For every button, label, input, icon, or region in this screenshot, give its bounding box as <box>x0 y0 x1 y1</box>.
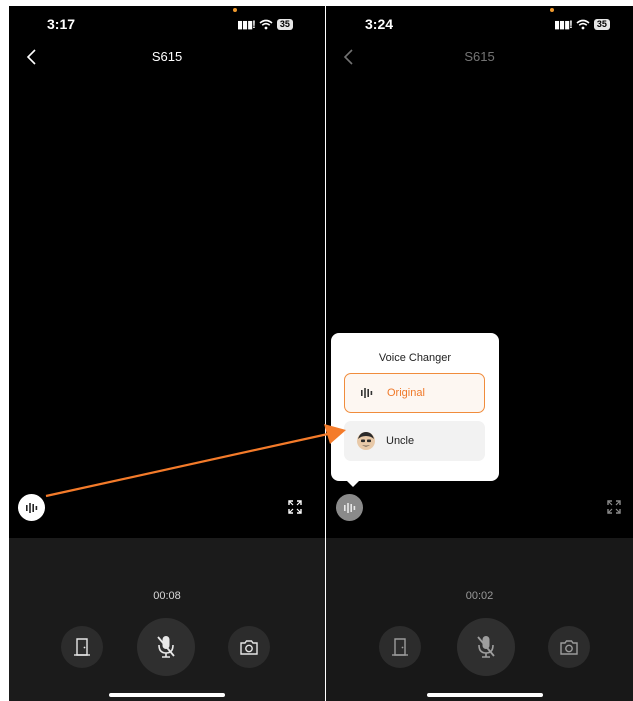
door-unlock-button[interactable] <box>61 626 103 668</box>
snapshot-button[interactable] <box>548 626 590 668</box>
voice-option-label: Uncle <box>386 435 415 447</box>
popup-title: Voice Changer <box>378 352 452 364</box>
mic-off-icon <box>157 636 175 658</box>
device-title: S615 <box>464 49 495 64</box>
voice-option-original[interactable]: Original <box>344 373 485 413</box>
wifi-icon <box>576 19 590 30</box>
sound-wave-icon <box>343 502 355 513</box>
status-time: 3:17 <box>47 16 76 32</box>
signal-icon: ▮▮▮! <box>237 19 256 31</box>
popup-tail <box>347 481 359 487</box>
battery-icon: 35 <box>593 19 610 30</box>
privacy-indicator-dot <box>233 8 237 12</box>
status-time: 3:24 <box>365 16 394 32</box>
voice-option-uncle[interactable]: Uncle <box>344 421 485 461</box>
call-control-panel: 00:02 <box>326 538 633 701</box>
status-icons: ▮▮▮! 35 <box>554 18 610 31</box>
camera-icon <box>240 640 258 655</box>
wifi-icon <box>259 19 273 30</box>
mute-microphone-button[interactable] <box>457 618 515 676</box>
snapshot-button[interactable] <box>228 626 270 668</box>
privacy-indicator-dot <box>550 8 554 12</box>
sound-wave-icon <box>25 502 37 513</box>
right-screen: 3:24 ▮▮▮! 35 S615 Voice Changer Original <box>326 6 633 701</box>
left-screen: 3:17 ▮▮▮! 35 S615 00:08 <box>9 6 325 701</box>
signal-icon: ▮▮▮! <box>554 19 573 31</box>
voice-changer-button[interactable] <box>336 494 363 521</box>
call-control-panel: 00:08 <box>9 538 325 701</box>
voice-option-label: Original <box>387 387 425 399</box>
home-indicator <box>427 693 543 697</box>
door-icon <box>74 638 90 656</box>
device-title: S615 <box>151 49 183 64</box>
sound-wave-icon <box>357 383 377 403</box>
mute-microphone-button[interactable] <box>137 618 195 676</box>
call-timer: 00:08 <box>153 590 181 602</box>
uncle-avatar-icon <box>356 431 376 451</box>
fullscreen-icon[interactable] <box>607 500 621 514</box>
battery-icon: 35 <box>276 19 293 30</box>
call-timer: 00:02 <box>465 590 494 602</box>
door-unlock-button[interactable] <box>379 626 421 668</box>
status-icons: ▮▮▮! 35 <box>237 18 293 31</box>
fullscreen-icon[interactable] <box>288 500 302 514</box>
mic-off-icon <box>477 636 495 658</box>
voice-changer-button[interactable] <box>18 494 45 521</box>
voice-changer-popup: Voice Changer Original Uncle <box>331 333 499 487</box>
door-icon <box>392 638 408 656</box>
home-indicator <box>109 693 225 697</box>
camera-icon <box>560 640 578 655</box>
